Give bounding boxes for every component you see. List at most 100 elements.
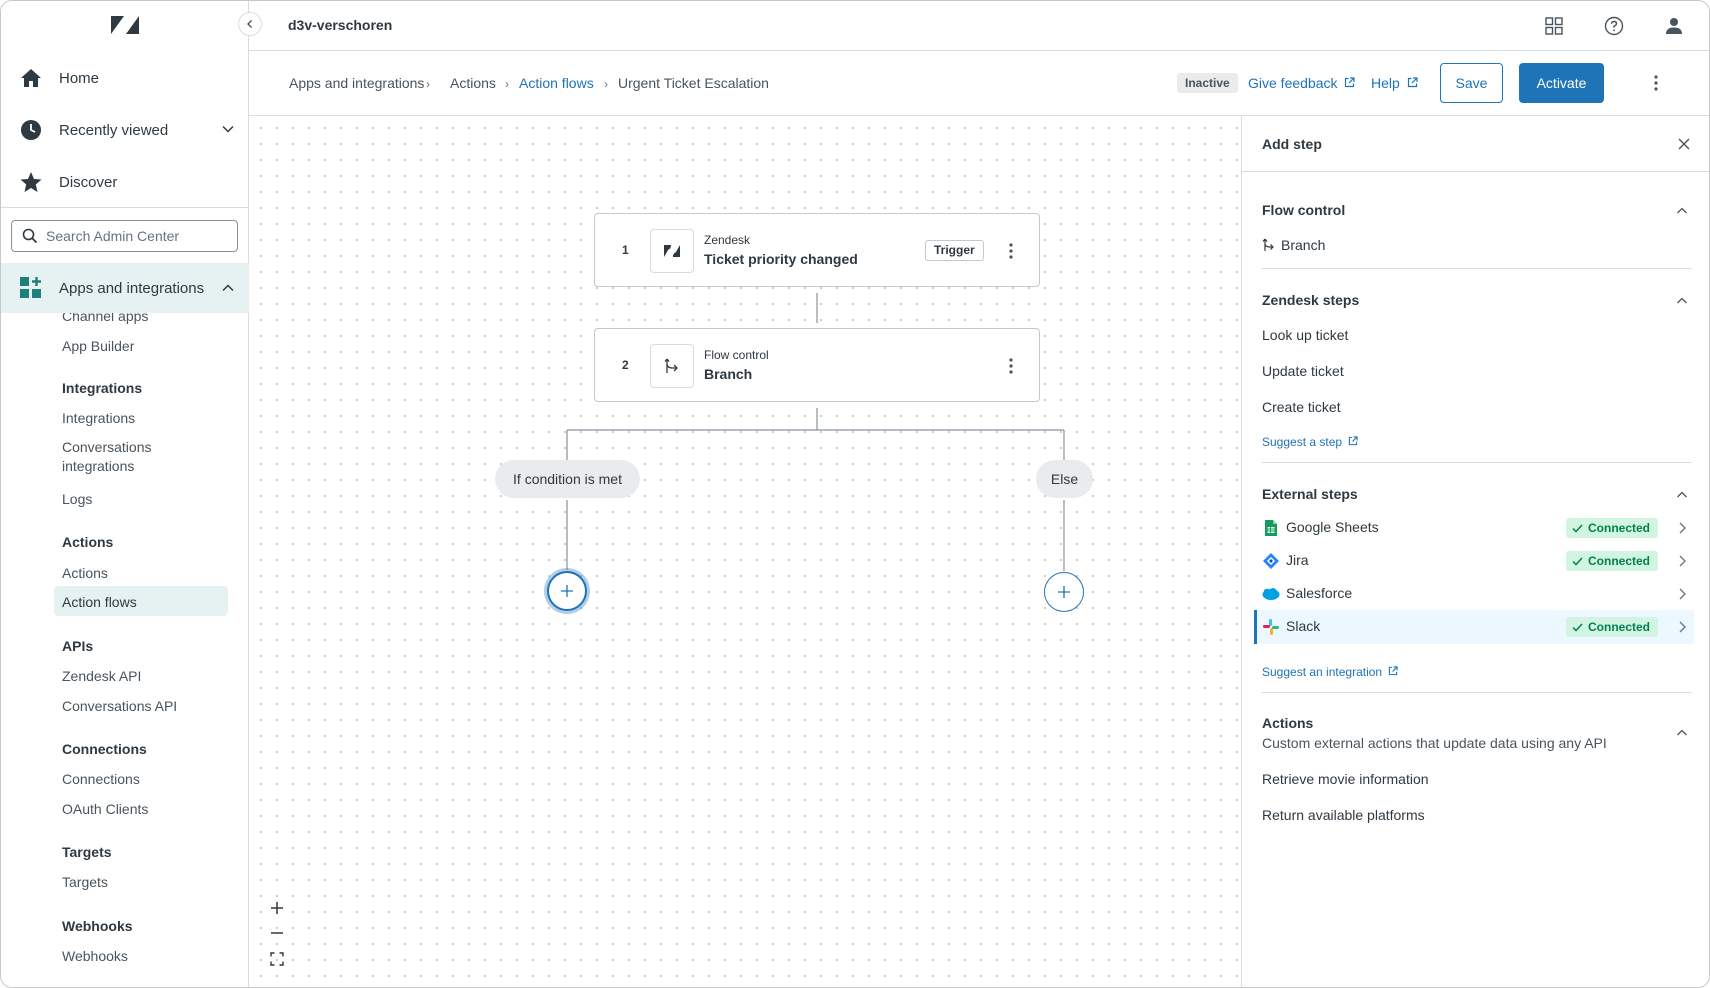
flow-step-branch[interactable]: 2 Flow control Branch bbox=[594, 328, 1040, 402]
user-avatar-icon[interactable] bbox=[1662, 14, 1686, 38]
subnav-conversations-integrations[interactable]: Conversations integrations bbox=[62, 438, 152, 476]
subnav-conversations-integrations-line1: Conversations bbox=[62, 439, 152, 455]
subnav-integrations[interactable]: Integrations bbox=[62, 409, 135, 428]
external-step-name: Slack bbox=[1286, 618, 1321, 634]
section-divider bbox=[1262, 692, 1692, 693]
subnav-webhooks[interactable]: Webhooks bbox=[62, 947, 128, 966]
search-box[interactable] bbox=[11, 220, 238, 252]
subnav-targets[interactable]: Targets bbox=[62, 873, 108, 892]
suggest-step-label: Suggest a step bbox=[1262, 435, 1343, 449]
top-bar: d3v-verschoren bbox=[249, 1, 1709, 51]
save-button[interactable]: Save bbox=[1440, 63, 1503, 103]
section-title-external-steps: External steps bbox=[1262, 486, 1358, 502]
activate-button[interactable]: Activate bbox=[1519, 63, 1604, 103]
add-step-button[interactable] bbox=[547, 571, 587, 611]
zoom-out-icon[interactable] bbox=[264, 921, 290, 945]
subnav-zendesk-api[interactable]: Zendesk API bbox=[62, 667, 141, 686]
zoom-in-icon[interactable] bbox=[264, 896, 290, 920]
subnav-conversations-api[interactable]: Conversations API bbox=[62, 697, 177, 716]
collapse-sidebar-button[interactable] bbox=[238, 12, 262, 36]
search-icon bbox=[22, 228, 38, 244]
chevron-right-icon bbox=[1679, 621, 1686, 633]
check-icon bbox=[1572, 523, 1583, 533]
home-icon bbox=[19, 66, 43, 90]
nav-home[interactable]: Home bbox=[1, 54, 249, 102]
panel-item-branch-label: Branch bbox=[1281, 237, 1326, 253]
chevron-left-icon bbox=[247, 20, 252, 28]
connected-label: Connected bbox=[1588, 620, 1651, 634]
product-tray-icon[interactable] bbox=[1542, 14, 1566, 38]
google-sheets-icon bbox=[1265, 520, 1277, 536]
external-step-jira[interactable]: Jira Connected bbox=[1254, 544, 1694, 578]
subnav-logs[interactable]: Logs bbox=[62, 490, 92, 509]
help-link[interactable]: Help bbox=[1371, 75, 1418, 91]
section-divider bbox=[1262, 462, 1692, 463]
connected-badge: Connected bbox=[1566, 617, 1659, 637]
breadcrumb-current-flow: Urgent Ticket Escalation bbox=[618, 75, 769, 91]
section-title-flow-control: Flow control bbox=[1262, 202, 1346, 218]
give-feedback-link[interactable]: Give feedback bbox=[1248, 75, 1355, 91]
external-step-google-sheets[interactable]: Google Sheets Connected bbox=[1254, 511, 1694, 545]
subnav-actions[interactable]: Actions bbox=[62, 564, 108, 583]
panel-item-return-available-platforms[interactable]: Return available platforms bbox=[1262, 807, 1425, 823]
search-input[interactable] bbox=[46, 228, 226, 244]
close-icon[interactable] bbox=[1673, 133, 1695, 155]
subnav-channel-apps[interactable]: Channel apps bbox=[62, 313, 148, 326]
suggest-integration-link[interactable]: Suggest an integration bbox=[1262, 665, 1399, 679]
breadcrumb-apps-and-integrations[interactable]: Apps and integrations bbox=[289, 75, 424, 91]
subnav-heading-targets: Targets bbox=[62, 844, 112, 860]
nav-apps-and-integrations[interactable]: Apps and integrations bbox=[1, 263, 249, 313]
app-window: Home Recently viewed Discover Apps and i… bbox=[0, 0, 1710, 988]
panel-title: Add step bbox=[1262, 136, 1322, 152]
external-step-slack[interactable]: Slack Connected bbox=[1254, 610, 1694, 644]
add-step-panel: Add step Flow control Branch Zendesk ste… bbox=[1241, 116, 1709, 987]
breadcrumb-actions[interactable]: Actions bbox=[450, 75, 496, 91]
external-link-icon bbox=[1349, 436, 1359, 446]
check-icon bbox=[1572, 622, 1583, 632]
more-options-icon[interactable] bbox=[1644, 71, 1668, 95]
external-link-icon bbox=[1389, 666, 1399, 676]
nav-apps-and-integrations-label: Apps and integrations bbox=[59, 279, 205, 297]
subnav-connections[interactable]: Connections bbox=[62, 770, 140, 789]
step-more-options-icon[interactable] bbox=[1000, 354, 1022, 378]
page-header: Apps and integrations › Actions › Action… bbox=[249, 51, 1709, 116]
branch-if-label[interactable]: If condition is met bbox=[495, 460, 640, 498]
step-title: Ticket priority changed bbox=[704, 251, 858, 267]
step-category: Zendesk bbox=[704, 233, 751, 247]
external-step-name: Google Sheets bbox=[1286, 519, 1379, 535]
subnav-heading-actions: Actions bbox=[62, 534, 114, 550]
section-title-actions: Actions bbox=[1262, 715, 1314, 731]
actions-description: Custom external actions that update data… bbox=[1262, 735, 1607, 751]
suggest-step-link[interactable]: Suggest a step bbox=[1262, 435, 1359, 449]
connected-label: Connected bbox=[1588, 521, 1651, 535]
external-step-salesforce[interactable]: Salesforce bbox=[1254, 577, 1694, 611]
step-more-options-icon[interactable] bbox=[1000, 239, 1022, 263]
panel-item-retrieve-movie-information[interactable]: Retrieve movie information bbox=[1262, 771, 1429, 787]
collapse-section-icon[interactable] bbox=[1672, 723, 1692, 743]
flow-step-trigger[interactable]: 1 Zendesk Ticket priority changed Trigge… bbox=[594, 213, 1040, 287]
subnav-app-builder[interactable]: App Builder bbox=[62, 337, 134, 356]
nav-discover[interactable]: Discover bbox=[1, 158, 249, 206]
jira-icon bbox=[1263, 553, 1279, 569]
nav-recently-viewed[interactable]: Recently viewed bbox=[1, 106, 249, 154]
add-step-button[interactable] bbox=[1044, 572, 1084, 612]
fit-view-icon[interactable] bbox=[264, 947, 290, 971]
connected-label: Connected bbox=[1588, 554, 1651, 568]
subnav-heading-webhooks: Webhooks bbox=[62, 918, 133, 934]
collapse-section-icon[interactable] bbox=[1672, 291, 1692, 311]
panel-item-create-ticket[interactable]: Create ticket bbox=[1262, 399, 1341, 415]
help-icon[interactable] bbox=[1602, 14, 1626, 38]
star-icon bbox=[19, 170, 43, 194]
panel-item-update-ticket[interactable]: Update ticket bbox=[1262, 363, 1344, 379]
branch-else-label[interactable]: Else bbox=[1036, 460, 1093, 498]
flow-canvas[interactable]: 1 Zendesk Ticket priority changed Trigge… bbox=[249, 116, 1242, 987]
panel-item-branch[interactable]: Branch bbox=[1262, 237, 1325, 253]
breadcrumb-action-flows[interactable]: Action flows bbox=[519, 75, 594, 91]
section-title-zendesk-steps: Zendesk steps bbox=[1262, 292, 1360, 308]
subnav-oauth-clients[interactable]: OAuth Clients bbox=[62, 800, 148, 819]
collapse-section-icon[interactable] bbox=[1672, 485, 1692, 505]
subnav-action-flows[interactable]: Action flows bbox=[62, 593, 137, 612]
collapse-section-icon[interactable] bbox=[1672, 201, 1692, 221]
zendesk-logo-icon[interactable] bbox=[109, 13, 141, 37]
panel-item-look-up-ticket[interactable]: Look up ticket bbox=[1262, 327, 1348, 343]
